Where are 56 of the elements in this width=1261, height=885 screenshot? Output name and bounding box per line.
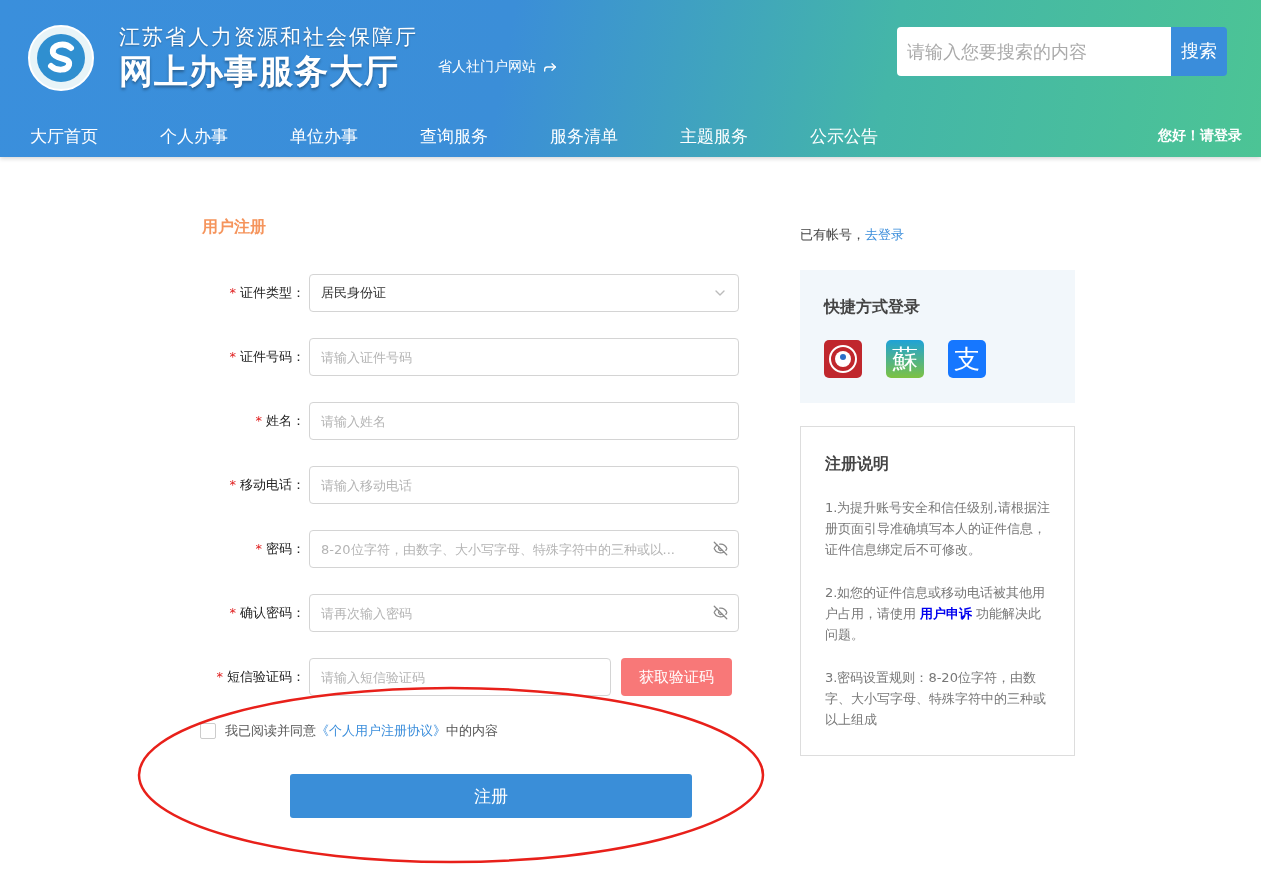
login-link[interactable]: 请登录 (1200, 127, 1242, 145)
required-asterisk: * (229, 605, 236, 620)
nav-item[interactable]: 服务清单 (550, 124, 680, 148)
field-label: 姓名： (266, 413, 305, 428)
panel-title: 快捷方式登录 (824, 297, 921, 318)
field-label: 确认密码： (240, 605, 305, 620)
eye-off-icon[interactable] (713, 541, 728, 556)
agree-checkbox[interactable] (200, 723, 216, 739)
search-field[interactable]: 请输入您要搜索的内容 (897, 26, 1171, 76)
app-login-icon[interactable]: 蘇 (886, 340, 924, 378)
agreement-text: 我已阅读并同意《个人用户注册协议》中的内容 (225, 722, 498, 740)
field-label: 短信验证码： (227, 669, 305, 684)
form-title: 用户注册 (202, 217, 267, 238)
field-label: 密码： (266, 541, 305, 556)
nav-item[interactable]: 公示公告 (810, 124, 940, 148)
portal-link-text[interactable]: 省人社门户网站 (438, 57, 536, 76)
nav-item[interactable]: 单位办事 (290, 124, 420, 148)
register-button[interactable]: 注册 (290, 774, 692, 818)
input-field[interactable]: 请输入移动电话 (309, 466, 739, 504)
org-name: 江苏省人力资源和社会保障厅 (119, 23, 418, 50)
required-asterisk: * (255, 413, 262, 428)
required-asterisk: * (216, 669, 223, 684)
note-paragraph: 1.为提升账号安全和信任级别,请根据注册页面引导准确填写本人的证件信息，证件信息绑定后不可修改。 (825, 499, 1050, 559)
note-paragraph: 3.密码设置规则：8-20位字符，由数字、大小写字母、特殊字符中的三种或以上组成 (825, 669, 1047, 729)
search-button[interactable]: 搜索 (1171, 26, 1227, 76)
eye-off-icon[interactable] (713, 605, 728, 620)
emblem-app-icon[interactable] (824, 340, 862, 378)
nav-item[interactable]: 查询服务 (420, 124, 550, 148)
nav-item[interactable]: 主题服务 (680, 124, 810, 148)
password-field[interactable]: 请再次输入密码 (309, 594, 739, 632)
nav-item[interactable]: 大厅首页 (30, 124, 160, 148)
field-label: 移动电话： (240, 477, 305, 492)
required-asterisk: * (229, 477, 236, 492)
note-paragraph: 2.如您的证件信息或移动电话被其他用户占用，请使用 用户申诉 功能解决此问题。 (825, 584, 1047, 644)
site-title: 网上办事服务大厅 (119, 49, 400, 92)
nav-item[interactable]: 个人办事 (160, 124, 290, 148)
password-field[interactable]: 8-20位字符，由数字、大小写字母、特殊字符中的三种或以... (309, 530, 739, 568)
logo-icon (27, 23, 95, 92)
agreement-link[interactable]: 《个人用户注册协议》 (316, 723, 446, 738)
input-field[interactable]: 请输入短信验证码 (309, 658, 611, 696)
input-field[interactable]: 请输入证件号码 (309, 338, 739, 376)
select-field[interactable]: 居民身份证 (309, 274, 739, 312)
get-code-button[interactable]: 获取验证码 (621, 658, 732, 696)
portal-link[interactable]: 省人社门户网站 (438, 57, 558, 76)
appeal-link[interactable]: 用户申诉 (920, 606, 972, 621)
greeting: 您好！ (1158, 127, 1200, 145)
login-link[interactable]: 去登录 (865, 227, 904, 242)
panel-title: 注册说明 (825, 454, 890, 475)
required-asterisk: * (255, 541, 262, 556)
have-account-text: 已有帐号，去登录 (800, 226, 905, 244)
app-login-icon[interactable]: 支 (948, 340, 986, 378)
required-asterisk: * (229, 285, 236, 300)
field-label: 证件类型： (240, 285, 305, 300)
required-asterisk: * (229, 349, 236, 364)
input-field[interactable]: 请输入姓名 (309, 402, 739, 440)
field-label: 证件号码： (240, 349, 305, 364)
